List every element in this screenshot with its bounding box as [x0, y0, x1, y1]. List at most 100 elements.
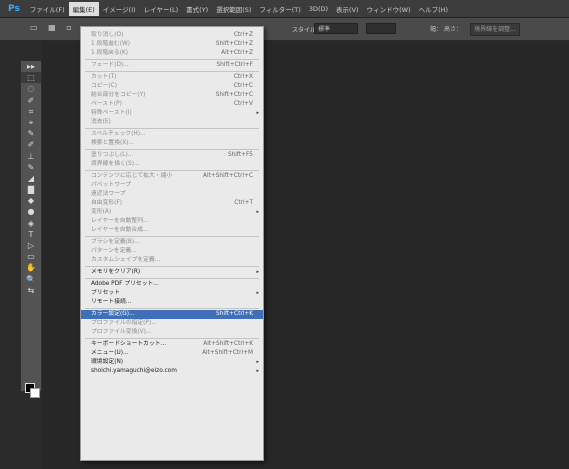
style-select[interactable]: 標準 — [314, 23, 358, 34]
tool-icon-0[interactable]: ▸▸ — [21, 61, 41, 72]
edit-menu-item-label: カスタムシェイプを定義... — [91, 257, 161, 263]
edit-menu-item[interactable]: リモート接続... — [81, 298, 263, 307]
menu-item-3[interactable]: レイヤー(L) — [140, 2, 183, 16]
edit-menu-item[interactable]: ペースト(P) Ctrl+V — [81, 100, 263, 109]
menu-item-9[interactable]: ウィンドウ(W) — [363, 2, 415, 16]
edit-menu-item-label: 塗りつぶし(L)... — [91, 152, 134, 158]
background-color-swatch[interactable] — [30, 388, 40, 398]
menu-item-8[interactable]: 表示(V) — [332, 2, 363, 16]
edit-menu-item-label: キーボードショートカット... — [91, 341, 167, 347]
edit-menu-item[interactable]: 消去(E) — [81, 118, 263, 127]
tool-icon-12[interactable]: ◆ — [21, 195, 41, 206]
photoshop-logo: Ps — [8, 3, 20, 14]
edit-menu-item[interactable]: 遠近法ワープ — [81, 190, 263, 199]
edit-menu-item-label: リモート接続... — [91, 299, 132, 305]
width-label: 幅： — [430, 26, 443, 33]
edit-menu-item-label: レイヤーを自動合成... — [91, 227, 149, 233]
tool-icon-18[interactable]: ✋ — [21, 262, 41, 273]
edit-menu-item[interactable]: パターンを定義... — [81, 247, 263, 256]
edit-menu-item[interactable]: Adobe PDF プリセット... — [81, 280, 263, 289]
edit-menu-item-label: カラー設定(G)... — [91, 311, 135, 317]
edit-menu-item[interactable]: プリセット ▸ — [81, 289, 263, 298]
submenu-arrow-icon: ▸ — [256, 290, 259, 296]
tool-icon-1[interactable]: ⬚ — [21, 72, 41, 84]
edit-menu-item-shortcut: Shift+Ctrl+F — [216, 62, 253, 68]
tool-icon-5[interactable]: ⌖ — [21, 117, 41, 128]
edit-menu-item-label: 1 段階戻る(K) — [91, 50, 129, 56]
edit-menu-item-label: 取り消し(O) — [91, 32, 124, 38]
edit-menu-item[interactable]: ブラシを定義(B)... — [81, 238, 263, 247]
menu-item-7[interactable]: 3D(D) — [305, 3, 332, 15]
tool-icon-14[interactable]: ◈ — [21, 218, 41, 229]
tool-icon-19[interactable]: 🔍 — [21, 274, 41, 285]
edit-menu-item[interactable]: カット(T) Ctrl+X — [81, 73, 263, 82]
tool-icon-17[interactable]: ▭ — [21, 251, 41, 262]
edit-menu-item[interactable]: 結合部分をコピー(Y) Shift+Ctrl+C — [81, 91, 263, 100]
edit-menu-item-label: 1 段階進む(W) — [91, 41, 130, 47]
tool-icon-11[interactable]: ▇ — [21, 184, 41, 195]
edit-menu-item[interactable]: 環境設定(N) ▸ — [81, 358, 263, 367]
menu-item-6[interactable]: フィルター(T) — [255, 2, 304, 16]
tool-icon-8[interactable]: ⊥ — [21, 151, 41, 162]
edit-menu-item[interactable]: 境界線を描く(S)... — [81, 160, 263, 169]
edit-menu-item-label: 変形(A) — [91, 209, 112, 215]
submenu-arrow-icon: ▸ — [256, 368, 259, 374]
edit-menu-item[interactable]: レイヤーを自動整列... — [81, 217, 263, 226]
menu-bar: Ps ファイル(F) 編集(E) イメージ(I) レイヤー(L) 書式(Y) 選択範囲(S… — [0, 0, 569, 18]
edit-menu-item-label: プロファイルの指定(P)... — [91, 320, 157, 326]
tool-icon-7[interactable]: ✐ — [21, 139, 41, 150]
menu-item-1[interactable]: 編集(E) — [68, 1, 99, 16]
refine-edge-button[interactable]: 境界線を調整... — [470, 23, 520, 36]
edit-menu-item-label: shoichi.yamaguchi@eizo.com — [91, 368, 177, 374]
menu-item-5[interactable]: 選択範囲(S) — [212, 2, 255, 16]
edit-menu-item[interactable]: フェード(D)... Shift+Ctrl+F — [81, 61, 263, 70]
edit-menu-item-shortcut: Ctrl+T — [234, 200, 253, 206]
edit-menu-item[interactable]: プロファイル変換(V)... — [81, 328, 263, 337]
edit-menu-item[interactable]: 変形(A) ▸ — [81, 208, 263, 217]
menu-item-0[interactable]: ファイル(F) — [26, 2, 69, 16]
tool-icon-13[interactable]: ● — [21, 206, 41, 217]
edit-menu-item-label: プリセット — [91, 290, 120, 296]
edit-menu-item[interactable]: カスタムシェイプを定義... — [81, 256, 263, 265]
tool-icon-10[interactable]: ◢ — [21, 173, 41, 184]
edit-menu-item[interactable]: shoichi.yamaguchi@eizo.com ▸ — [81, 367, 263, 376]
edit-menu-item[interactable]: 特殊ペースト(I) ▸ — [81, 109, 263, 118]
edit-menu-item-shortcut: Shift+Ctrl+Z — [215, 41, 253, 47]
edit-menu-item[interactable]: パペットワープ — [81, 181, 263, 190]
edit-menu-item-label: コンテンツに応じて拡大・縮小 — [91, 173, 173, 179]
edit-menu-item[interactable]: プロファイルの指定(P)... — [81, 319, 263, 328]
menu-separator — [85, 149, 259, 150]
edit-menu-item[interactable]: コンテンツに応じて拡大・縮小 Alt+Shift+Ctrl+C — [81, 172, 263, 181]
edit-menu-item[interactable]: レイヤーを自動合成... — [81, 226, 263, 235]
edit-menu-item[interactable]: 取り消し(O) Ctrl+Z — [81, 31, 263, 40]
tool-icon-9[interactable]: ✎ — [21, 162, 41, 173]
edit-menu-item[interactable]: カラー設定(G)... Shift+Ctrl+K — [81, 310, 263, 319]
tool-icon-20[interactable]: ⇆ — [21, 285, 41, 296]
edit-menu-item-shortcut: Shift+Ctrl+K — [215, 311, 253, 317]
edit-menu-item-label: フェード(D)... — [91, 62, 129, 68]
edit-menu-item[interactable]: 検索と置換(X)... — [81, 139, 263, 148]
style-dropdown-extra[interactable] — [366, 23, 396, 34]
tool-icon-6[interactable]: ✎ — [21, 128, 41, 139]
menu-item-2[interactable]: イメージ(I) — [99, 2, 140, 16]
edit-menu-item[interactable]: スペルチェック(H)... — [81, 130, 263, 139]
tool-icon-3[interactable]: ✐ — [21, 95, 41, 106]
edit-menu-item[interactable]: 自由変形(F) Ctrl+T — [81, 199, 263, 208]
edit-menu-item[interactable]: メモリをクリア(R) ▸ — [81, 268, 263, 277]
tool-icon-4[interactable]: ⌗ — [21, 106, 41, 117]
edit-menu-item-label: ブラシを定義(B)... — [91, 239, 140, 245]
tool-icon-15[interactable]: T — [21, 229, 41, 240]
menu-item-4[interactable]: 書式(Y) — [182, 2, 212, 16]
edit-menu-item[interactable]: キーボードショートカット... Alt+Shift+Ctrl+K — [81, 340, 263, 349]
menu-item-10[interactable]: ヘルプ(H) — [415, 2, 452, 16]
tool-icon-16[interactable]: ▷ — [21, 240, 41, 251]
edit-menu-item[interactable]: メニュー(U)... Alt+Shift+Ctrl+M — [81, 349, 263, 358]
tool-icon-2[interactable]: ◌ — [21, 83, 41, 94]
menu-separator — [85, 308, 259, 309]
edit-menu-item-shortcut: Ctrl+X — [233, 74, 253, 80]
edit-menu-item-shortcut: Ctrl+Z — [233, 32, 253, 38]
edit-menu-item[interactable]: 1 段階戻る(K) Alt+Ctrl+Z — [81, 49, 263, 58]
edit-menu-item[interactable]: 塗りつぶし(L)... Shift+F5 — [81, 151, 263, 160]
edit-menu-item[interactable]: コピー(C) Ctrl+C — [81, 82, 263, 91]
edit-menu-item[interactable]: 1 段階進む(W) Shift+Ctrl+Z — [81, 40, 263, 49]
